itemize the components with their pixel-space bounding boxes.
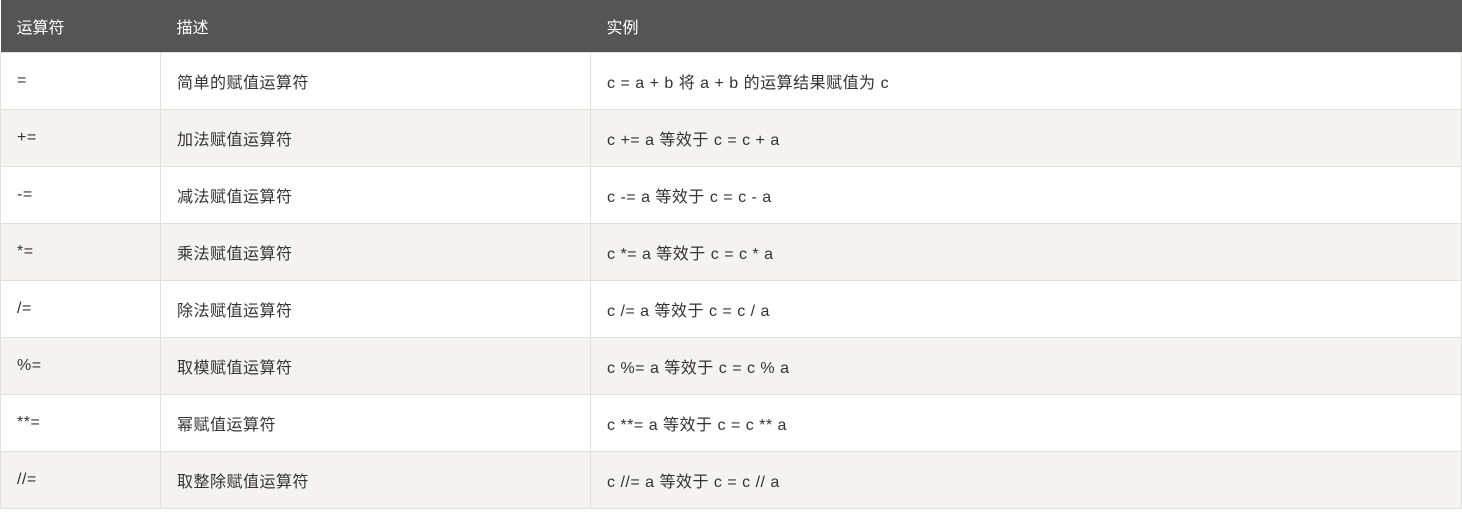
table-row: += 加法赋值运算符 c += a 等效于 c = c + a bbox=[1, 110, 1462, 167]
cell-operator: -= bbox=[1, 167, 161, 224]
assignment-operators-table: 运算符 描述 实例 = 简单的赋值运算符 c = a + b 将 a + b 的… bbox=[0, 0, 1462, 509]
table-row: %= 取模赋值运算符 c %= a 等效于 c = c % a bbox=[1, 338, 1462, 395]
cell-operator: %= bbox=[1, 338, 161, 395]
table-header-row: 运算符 描述 实例 bbox=[1, 0, 1462, 53]
cell-example: c = a + b 将 a + b 的运算结果赋值为 c bbox=[591, 53, 1462, 110]
cell-example: c += a 等效于 c = c + a bbox=[591, 110, 1462, 167]
cell-operator: += bbox=[1, 110, 161, 167]
cell-operator: //= bbox=[1, 452, 161, 509]
cell-description: 简单的赋值运算符 bbox=[161, 53, 591, 110]
cell-example: c -= a 等效于 c = c - a bbox=[591, 167, 1462, 224]
cell-description: 幂赋值运算符 bbox=[161, 395, 591, 452]
table-row: *= 乘法赋值运算符 c *= a 等效于 c = c * a bbox=[1, 224, 1462, 281]
cell-example: c **= a 等效于 c = c ** a bbox=[591, 395, 1462, 452]
header-description: 描述 bbox=[161, 0, 591, 53]
cell-description: 取模赋值运算符 bbox=[161, 338, 591, 395]
cell-operator: = bbox=[1, 53, 161, 110]
cell-description: 乘法赋值运算符 bbox=[161, 224, 591, 281]
table-row: -= 减法赋值运算符 c -= a 等效于 c = c - a bbox=[1, 167, 1462, 224]
cell-example: c %= a 等效于 c = c % a bbox=[591, 338, 1462, 395]
cell-operator: *= bbox=[1, 224, 161, 281]
table-row: /= 除法赋值运算符 c /= a 等效于 c = c / a bbox=[1, 281, 1462, 338]
cell-example: c //= a 等效于 c = c // a bbox=[591, 452, 1462, 509]
cell-example: c /= a 等效于 c = c / a bbox=[591, 281, 1462, 338]
cell-description: 加法赋值运算符 bbox=[161, 110, 591, 167]
cell-example: c *= a 等效于 c = c * a bbox=[591, 224, 1462, 281]
header-operator: 运算符 bbox=[1, 0, 161, 53]
cell-operator: **= bbox=[1, 395, 161, 452]
table-row: //= 取整除赋值运算符 c //= a 等效于 c = c // a bbox=[1, 452, 1462, 509]
table-row: **= 幂赋值运算符 c **= a 等效于 c = c ** a bbox=[1, 395, 1462, 452]
cell-description: 减法赋值运算符 bbox=[161, 167, 591, 224]
table-row: = 简单的赋值运算符 c = a + b 将 a + b 的运算结果赋值为 c bbox=[1, 53, 1462, 110]
header-example: 实例 bbox=[591, 0, 1462, 53]
cell-description: 除法赋值运算符 bbox=[161, 281, 591, 338]
cell-operator: /= bbox=[1, 281, 161, 338]
cell-description: 取整除赋值运算符 bbox=[161, 452, 591, 509]
